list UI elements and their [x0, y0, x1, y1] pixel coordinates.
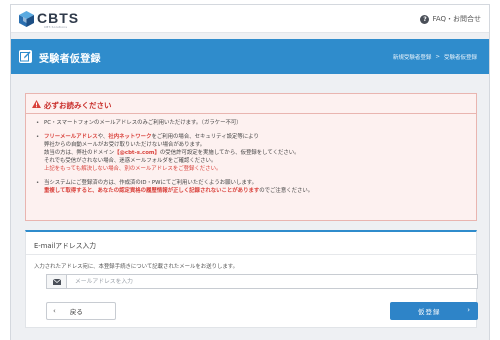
faq-label: FAQ・お問合せ	[432, 15, 481, 23]
register-button-label: 仮登録	[418, 308, 441, 316]
form-divider	[26, 254, 476, 255]
notice-header: 必ずお読みください	[26, 94, 476, 114]
logo-text: CBTS	[37, 10, 80, 26]
chevron-right-icon: ›	[467, 306, 470, 314]
notice-text: のでご注意ください。	[259, 188, 314, 194]
notice-text: や、	[97, 134, 109, 140]
breadcrumb-item-new-registration[interactable]: 新規受験者登録	[393, 53, 432, 61]
notice-free-mail: フリーメールアドレス	[44, 134, 98, 140]
notice-title: 必ずお読みください	[44, 101, 112, 110]
bullet-icon: •	[36, 180, 40, 186]
back-button-label: 戻る	[69, 308, 83, 316]
provisional-register-button[interactable]: 仮登録 ›	[390, 302, 478, 320]
notice-text: の受信許可設定を実施してから、仮登録をしてください。	[159, 150, 300, 156]
email-input-group	[46, 274, 478, 289]
faq-link[interactable]: ? FAQ・お問合せ	[420, 14, 481, 24]
page-frame: CBTS CBT-Solutions ? FAQ・お問合せ 受験者仮登録 新規受…	[10, 4, 490, 340]
bullet-icon: •	[36, 134, 40, 140]
envelope-icon	[47, 275, 67, 288]
notice-duplicate-warning: 重複して取得すると、あなたの認定資格の履歴情報が正しく記録されないことがあります	[44, 188, 260, 194]
top-bar: CBTS CBT-Solutions ? FAQ・お問合せ	[11, 5, 489, 33]
breadcrumb: 新規受験者登録 > 受験者仮登録	[393, 53, 477, 61]
logo-subtitle: CBT-Solutions	[44, 25, 68, 29]
chevron-left-icon: ‹	[53, 307, 56, 315]
notice-body: • PC・スマートフォンのメールアドレスのみご利用いただけます。（ガラケー不可）…	[34, 119, 470, 195]
page-banner: 受験者仮登録 新規受験者登録 > 受験者仮登録	[11, 39, 489, 74]
notice-text: 該当の方は、弊社のドメイン	[44, 150, 115, 156]
breadcrumb-item-current: 受験者仮登録	[443, 55, 477, 61]
question-circle-icon: ?	[420, 14, 430, 24]
bullet-icon: •	[36, 120, 40, 126]
breadcrumb-separator-icon: >	[435, 54, 440, 60]
page-title: 受験者仮登録	[39, 54, 101, 65]
notice-corporate-network: 社内ネットワーク	[108, 134, 152, 140]
back-button[interactable]: ‹ 戻る	[46, 302, 116, 320]
edit-icon	[19, 50, 32, 63]
notice-text: それでも受信がされない場合、迷惑メールフォルダをご確認ください。	[44, 158, 217, 164]
notice-item: • フリーメールアドレスや、社内ネットワークをご利用の場合、セキュリティ設定等に…	[34, 133, 470, 173]
notice-box: 必ずお読みください • PC・スマートフォンのメールアドレスのみご利用いただけま…	[25, 93, 477, 221]
notice-item: • PC・スマートフォンのメールアドレスのみご利用いただけます。（ガラケー不可）	[34, 119, 470, 127]
notice-warning-text: 上記をもっても解決しない場合、別のメールアドレスをご登録ください。	[44, 166, 222, 172]
notice-text: をご利用の場合、セキュリティ設定等により	[151, 134, 259, 140]
cube-logo-icon	[19, 11, 34, 27]
email-input[interactable]	[67, 275, 477, 288]
form-description: 入力されたアドレス宛に、本登録手続きについて記載されたメールをお送りします。	[34, 264, 238, 270]
email-form-card: E-mailアドレス入力 入力されたアドレス宛に、本登録手続きについて記載された…	[25, 230, 478, 328]
cbts-logo[interactable]: CBTS CBT-Solutions	[19, 11, 79, 29]
notice-text: 当システムにご登録済の方は、作成済のID・PWにてご利用いただくようお願いします…	[44, 180, 257, 186]
form-title: E-mailアドレス入力	[34, 242, 97, 250]
notice-item-text: PC・スマートフォンのメールアドレスのみご利用いただけます。（ガラケー不可）	[44, 120, 242, 126]
notice-item: • 当システムにご登録済の方は、作成済のID・PWにてご利用いただくようお願いし…	[34, 179, 470, 195]
notice-domain: 【@cbt-s.com】	[114, 150, 160, 156]
notice-text: 弊社からの自動メールがお受け取りいただけない場合があります。	[44, 142, 206, 148]
warning-icon	[32, 100, 41, 108]
